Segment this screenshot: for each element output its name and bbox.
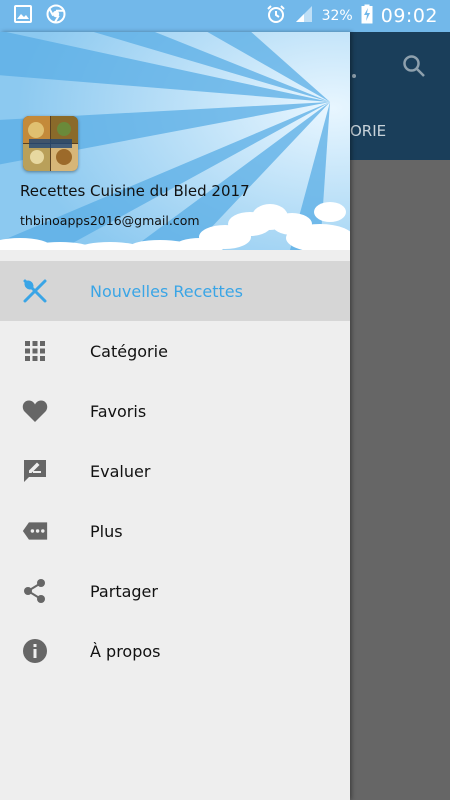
drawer-item-label: À propos — [90, 641, 161, 661]
more-tag-icon — [22, 518, 48, 544]
search-icon[interactable] — [401, 53, 427, 83]
background-tab-label: ORIE — [350, 122, 387, 140]
status-bar: 32% 09:02 — [0, 0, 450, 32]
drawer-item-categorie[interactable]: Catégorie — [0, 321, 350, 381]
heart-icon — [22, 398, 48, 424]
overflow-icon — [352, 74, 356, 78]
drawer-item-partager[interactable]: Partager — [0, 561, 350, 621]
battery-percent: 32% — [321, 8, 353, 24]
navigation-drawer: Recettes Cuisine du Bled 2017 thbinoapps… — [0, 32, 350, 800]
drawer-item-a-propos[interactable]: À propos — [0, 621, 350, 681]
drawer-app-name: Recettes Cuisine du Bled 2017 — [20, 182, 250, 200]
signal-icon — [294, 4, 314, 28]
drawer-header: Recettes Cuisine du Bled 2017 thbinoapps… — [0, 32, 350, 250]
info-icon — [22, 638, 48, 664]
grid-icon — [22, 338, 48, 364]
app-logo — [23, 116, 78, 171]
drawer-item-label: Partager — [90, 581, 158, 601]
drawer-menu: Nouvelles Recettes Catégorie Favoris Eva… — [0, 261, 350, 681]
image-icon — [14, 5, 32, 27]
share-icon — [22, 578, 48, 604]
drawer-item-nouvelles-recettes[interactable]: Nouvelles Recettes — [0, 261, 350, 321]
alarm-icon — [266, 4, 286, 28]
drawer-email: thbinoapps2016@gmail.com — [20, 213, 200, 228]
background-content[interactable] — [350, 160, 450, 800]
rate-review-icon — [22, 458, 48, 484]
drawer-item-label: Nouvelles Recettes — [90, 281, 243, 301]
drawer-item-favoris[interactable]: Favoris — [0, 381, 350, 441]
drawer-item-label: Catégorie — [90, 341, 168, 361]
background-toolbar — [350, 32, 450, 160]
drawer-item-label: Plus — [90, 521, 123, 541]
drawer-item-plus[interactable]: Plus — [0, 501, 350, 561]
drawer-item-label: Favoris — [90, 401, 147, 421]
clock: 09:02 — [380, 5, 438, 27]
drawer-item-evaluer[interactable]: Evaluer — [0, 441, 350, 501]
battery-charging-icon — [361, 4, 373, 28]
drawer-item-label: Evaluer — [90, 461, 151, 481]
fork-spoon-icon — [22, 278, 48, 304]
chrome-icon — [46, 4, 66, 28]
